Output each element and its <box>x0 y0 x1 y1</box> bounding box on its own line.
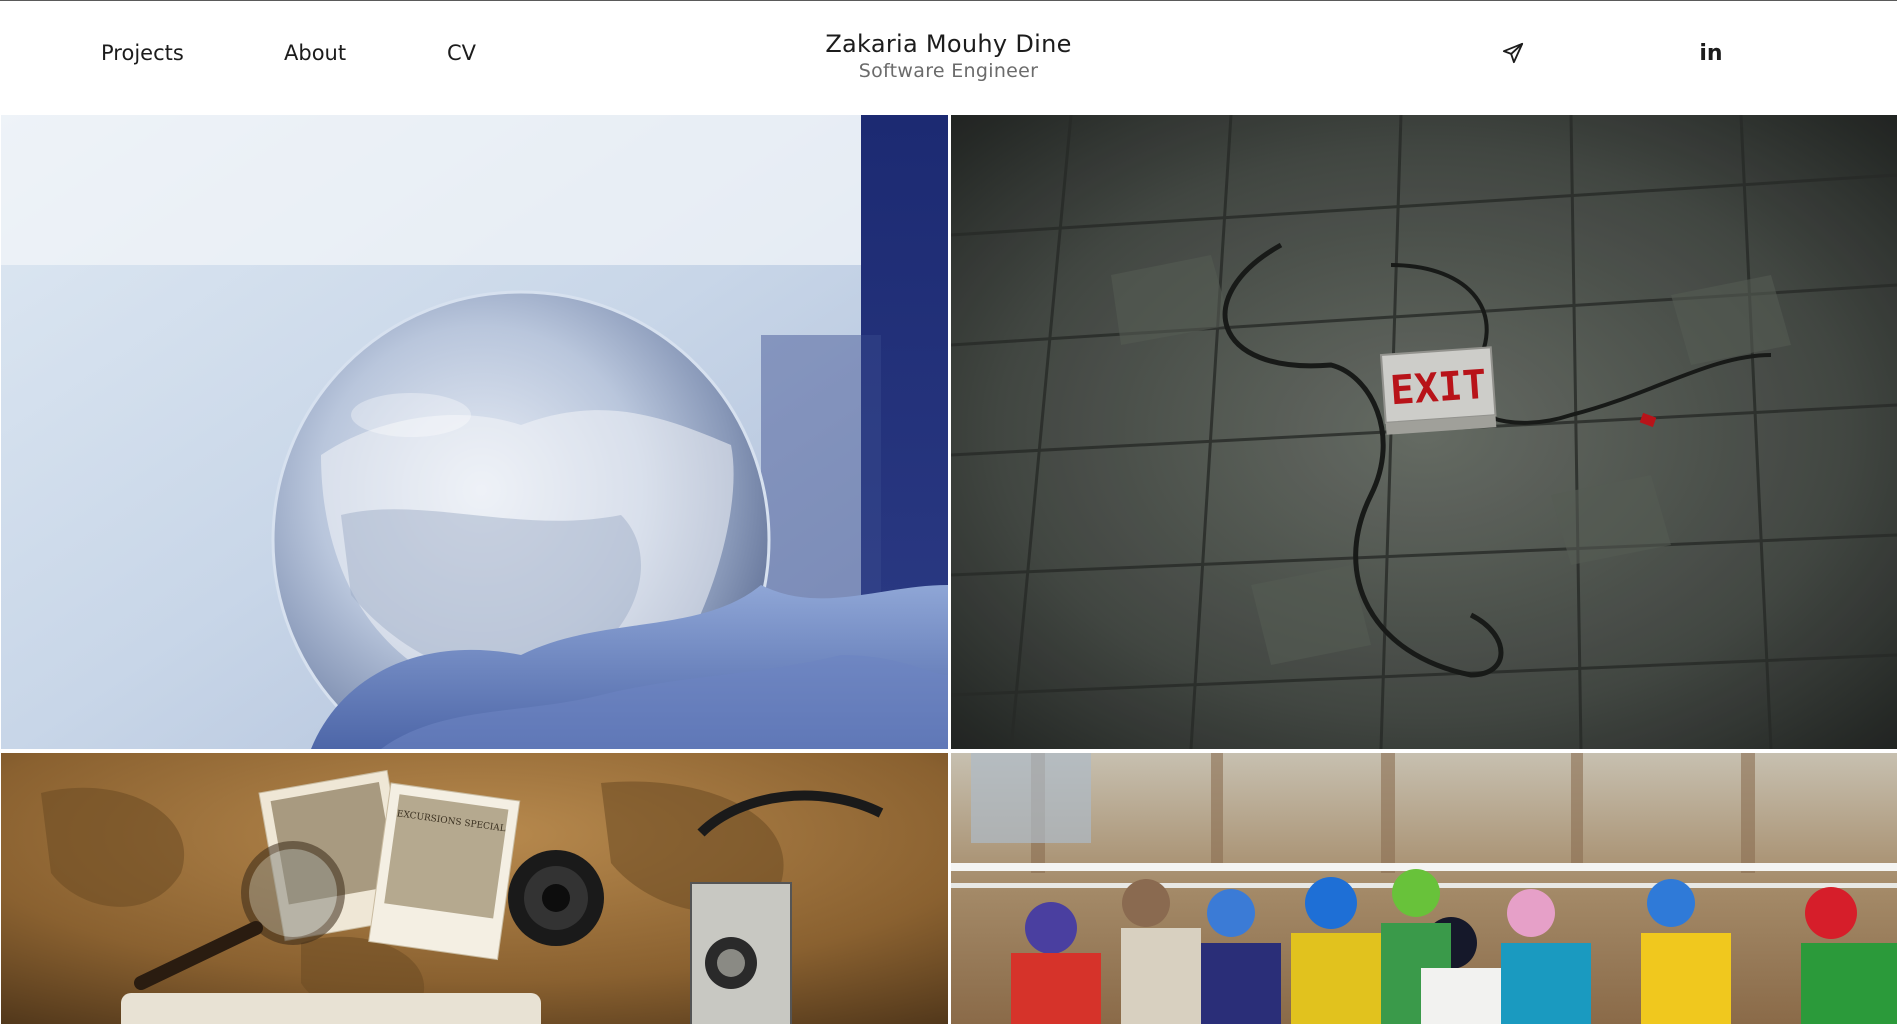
paper-plane-icon <box>1502 42 1524 64</box>
vintage-travel-image: EXCURSIONS SPECIAL <box>1 753 948 1024</box>
gallery-tile-horse-race[interactable] <box>951 753 1897 1024</box>
nav-link-cv[interactable]: CV <box>447 41 476 65</box>
nav-link-about[interactable]: About <box>284 41 346 65</box>
linkedin-link[interactable]: in <box>1697 39 1725 67</box>
nav-link-projects[interactable]: Projects <box>101 41 184 65</box>
linkedin-icon: in <box>1699 40 1723 66</box>
horse-race-image <box>951 753 1897 1024</box>
site-header: Projects About CV Zakaria Mouhy Dine Sof… <box>0 1 1897 113</box>
frozen-bubble-image <box>1 115 948 749</box>
gallery-tile-exit-sign[interactable]: EXIT <box>951 115 1897 749</box>
gallery-tile-frozen-bubble[interactable] <box>1 115 948 749</box>
exit-sign-image: EXIT <box>951 115 1897 749</box>
telegram-link[interactable] <box>1499 39 1527 67</box>
gallery-tile-vintage-travel[interactable]: EXCURSIONS SPECIAL <box>1 753 948 1024</box>
page: Projects About CV Zakaria Mouhy Dine Sof… <box>0 0 1897 1024</box>
